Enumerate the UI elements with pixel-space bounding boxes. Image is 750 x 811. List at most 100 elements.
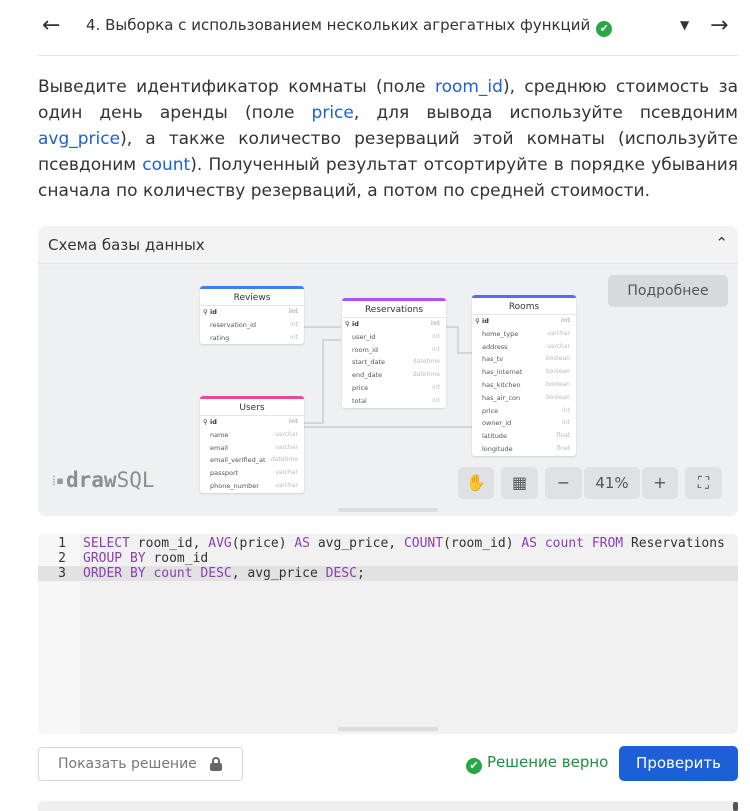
- column-name: passport: [210, 469, 239, 478]
- grid-toggle-icon[interactable]: ▦: [501, 467, 538, 499]
- sql-token: (price): [231, 536, 295, 551]
- column-name: has_air_con: [482, 393, 521, 402]
- page-scrollbar[interactable]: [733, 802, 738, 811]
- zoom-in-button[interactable]: +: [642, 467, 678, 499]
- column-has-air-con: has_air_con boolean: [472, 392, 576, 405]
- sql-keyword: DESC: [200, 566, 232, 581]
- column-type: boolean: [546, 393, 570, 401]
- diagram-scrollbar[interactable]: [338, 508, 438, 512]
- schema-panel: Схема базы данных ⌃ Reviews ⚲ id int reser…: [38, 226, 738, 516]
- column-type: int: [432, 332, 440, 340]
- more-details-button[interactable]: Подробнее: [608, 275, 728, 307]
- column-owner-id: owner_id int: [472, 417, 576, 430]
- column-name: room_id: [352, 345, 378, 354]
- schema-panel-header[interactable]: Схема базы данных ⌃: [38, 226, 738, 264]
- hand-tool-icon[interactable]: ✋: [458, 467, 494, 499]
- check-button[interactable]: Проверить: [619, 746, 738, 781]
- column-type: varchar: [275, 481, 298, 489]
- column-email: email varchar: [200, 442, 304, 455]
- back-arrow-icon[interactable]: ←: [42, 12, 70, 40]
- column-name: home_type: [482, 329, 519, 338]
- column-user-id: user_id int: [342, 331, 446, 344]
- column-type: int: [562, 406, 570, 414]
- task-header: ← 4. Выборка с использованием нескольких…: [38, 0, 738, 56]
- column-name: email: [210, 443, 228, 452]
- column-type: datetime: [270, 456, 298, 464]
- zoom-level: 41%: [584, 467, 640, 499]
- task-description: Выведите идентификатор комнаты (поле roo…: [38, 74, 738, 204]
- column-total: total int: [342, 395, 446, 408]
- chevron-up-icon[interactable]: ⌃: [715, 234, 728, 252]
- column-latitude: latitude float: [472, 430, 576, 443]
- column-type: int: [562, 419, 570, 427]
- solution-status: ✔ Решение верно: [466, 753, 608, 774]
- fit-screen-icon[interactable]: ⛶: [685, 467, 722, 499]
- column-name: name: [210, 430, 229, 439]
- relation-line: [304, 339, 341, 424]
- sql-token: Reservations: [623, 536, 725, 551]
- code-line[interactable]: 2 GROUP BY room_id: [38, 551, 738, 566]
- column-name: latitude: [482, 432, 507, 441]
- column-name: start_date: [352, 358, 386, 367]
- chevron-down-icon[interactable]: ▼: [680, 18, 689, 32]
- field-room-id: room_id: [434, 77, 503, 97]
- column-type: boolean: [546, 380, 570, 388]
- schema-panel-title: Схема базы данных: [48, 236, 205, 254]
- schema-diagram[interactable]: Reviews ⚲ id int reservation_id int rating in…: [38, 265, 738, 516]
- table-reservations-name: Reservations: [342, 298, 446, 318]
- sql-keyword: COUNT: [403, 536, 444, 551]
- sql-keyword: count: [153, 566, 193, 581]
- table-users[interactable]: Users ⚲ id int name varchar email varchar emai…: [200, 396, 304, 493]
- table-reviews-name: Reviews: [200, 286, 304, 306]
- code-text[interactable]: ORDER BY count DESC, avg_price DESC;: [83, 566, 365, 581]
- column-id: ⚲ id int: [200, 306, 304, 319]
- column-name: has_tv: [482, 355, 504, 364]
- show-solution-button[interactable]: Показать решение: [38, 747, 243, 781]
- sql-keyword: count: [544, 536, 584, 551]
- zoom-out-button[interactable]: −: [545, 467, 582, 499]
- sql-keyword: FROM: [591, 536, 624, 551]
- table-reviews[interactable]: Reviews ⚲ id int reservation_id int rating in…: [200, 286, 304, 345]
- column-has-kitchen: has_kitchen boolean: [472, 379, 576, 392]
- sql-editor[interactable]: 1 SELECT room_id, AVG(price) AS avg_price…: [38, 534, 738, 734]
- column-address: address varchar: [472, 341, 576, 354]
- column-room-id: room_id int: [342, 344, 446, 357]
- task-text: , для вывода используйте псевдоним: [353, 103, 738, 123]
- column-name: ⚲ id: [345, 320, 359, 328]
- column-id: ⚲ id int: [200, 416, 304, 429]
- sql-token: ;: [356, 566, 365, 581]
- code-text[interactable]: SELECT room_id, AVG(price) AS avg_price,…: [83, 536, 725, 551]
- drawsql-logo: ⁞▪drawSQL: [52, 468, 155, 492]
- editor-scrollbar[interactable]: [338, 727, 438, 731]
- column-email-verified-at: email_verified_at datetime: [200, 454, 304, 467]
- code-line[interactable]: 3 ORDER BY count DESC, avg_price DESC;: [38, 566, 738, 581]
- table-users-name: Users: [200, 396, 304, 416]
- sql-keyword: AVG: [208, 536, 232, 551]
- column-name: price: [352, 383, 369, 392]
- column-type: int: [560, 317, 570, 324]
- sql-keyword: SELECT: [83, 536, 130, 551]
- code-line[interactable]: 1 SELECT room_id, AVG(price) AS avg_price…: [38, 536, 738, 551]
- column-type: varchar: [547, 342, 570, 350]
- column-type: int: [288, 418, 298, 425]
- sql-token: avg_price,: [310, 536, 404, 551]
- column-name: total: [352, 396, 367, 405]
- forward-arrow-icon[interactable]: →: [710, 12, 728, 40]
- task-title-text: 4. Выборка с использованием нескольких а…: [86, 16, 591, 34]
- sql-keyword: DESC: [325, 566, 357, 581]
- column-end-date: end_date datetime: [342, 369, 446, 382]
- sql-token: (room_id): [443, 536, 522, 551]
- column-type: float: [556, 444, 570, 452]
- alias-avg-price: avg_price: [38, 129, 121, 149]
- drawsql-logo-text: SQL: [116, 468, 155, 492]
- column-name: ⚲ id: [203, 418, 217, 426]
- code-text[interactable]: GROUP BY room_id: [83, 551, 208, 566]
- solution-status-text: Решение верно: [487, 753, 609, 771]
- alias-count: count: [142, 155, 191, 175]
- table-reservations[interactable]: Reservations ⚲ id int user_id int room_id int…: [342, 298, 446, 408]
- table-rooms[interactable]: Rooms ⚲ id int home_type varchar address varc…: [472, 295, 576, 456]
- column-name: email_verified_at: [210, 456, 266, 465]
- sql-keyword: AS: [521, 536, 538, 551]
